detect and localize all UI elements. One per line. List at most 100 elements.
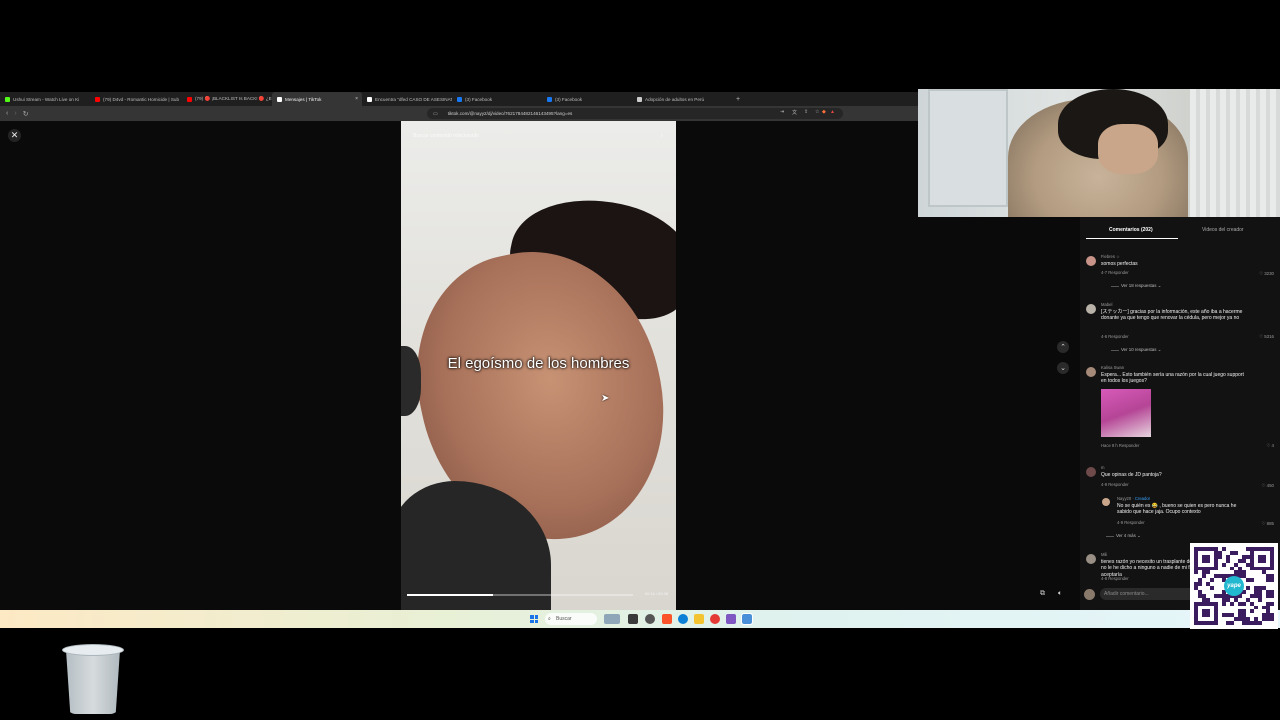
share-icon[interactable]: ⇪ bbox=[804, 109, 808, 115]
app-icon-red[interactable] bbox=[710, 614, 720, 624]
like-count: 4 bbox=[1271, 443, 1274, 448]
webcam-background-curtain bbox=[1190, 89, 1280, 217]
browser-tab[interactable]: (3) Facebook bbox=[452, 92, 542, 106]
creator-badge: · Creador bbox=[1132, 496, 1151, 501]
webcam-background-door bbox=[928, 89, 1008, 207]
browser-tab[interactable]: (79) D4vd - Romantic Homicide | Sub bbox=[90, 92, 182, 106]
comment-like-count[interactable]: ♡ 3230 bbox=[1259, 271, 1274, 277]
widgets-icon[interactable] bbox=[604, 614, 620, 624]
comment-text: [ステッカー] gracias por la información, este… bbox=[1101, 309, 1243, 322]
volume-icon[interactable]: 🔈︎ bbox=[1058, 590, 1062, 598]
reply-username: Nayy20 bbox=[1117, 496, 1132, 501]
tab-favicon-icon bbox=[95, 96, 100, 102]
comment-username[interactable]: Fiebres ☆ bbox=[1101, 254, 1120, 259]
app-icon-purple[interactable] bbox=[726, 614, 736, 624]
tab-favicon-icon bbox=[277, 96, 282, 102]
site-info-icon[interactable]: ▭ bbox=[433, 111, 438, 117]
tab-comments[interactable]: Comentarios (202) bbox=[1109, 227, 1153, 233]
avatar[interactable] bbox=[1086, 367, 1096, 377]
cast-icon[interactable]: ⇥ bbox=[780, 109, 784, 115]
browser-tab[interactable]: (79) 🔴 ¡BLACKLIST Is BACK! 🔴 ¿En bbox=[182, 92, 272, 106]
avatar[interactable] bbox=[1086, 554, 1096, 564]
chevron-up-icon[interactable]: ⌃ bbox=[1057, 341, 1069, 353]
file-explorer-icon[interactable] bbox=[694, 614, 704, 624]
avatar[interactable] bbox=[1086, 304, 1096, 314]
tab-favicon-icon bbox=[187, 96, 192, 102]
qr-module bbox=[1270, 621, 1274, 625]
browser-tab[interactable]: (3) Facebook bbox=[542, 92, 632, 106]
comment-meta[interactable]: 4-7 Responder bbox=[1101, 270, 1129, 275]
video-progress-fill bbox=[407, 594, 493, 596]
comment-like-count[interactable]: ♡ 450 bbox=[1262, 483, 1274, 489]
tab-favicon-icon bbox=[5, 96, 10, 102]
avatar[interactable] bbox=[1102, 498, 1110, 506]
edge-icon[interactable] bbox=[678, 614, 688, 624]
windows-taskbar: ⌕ Buscar bbox=[0, 610, 1280, 628]
comment-text: somos perfectas bbox=[1101, 261, 1138, 267]
video-caption: El egoísmo de los hombres bbox=[447, 355, 630, 372]
comment-like-count[interactable]: ♡ 5316 bbox=[1259, 334, 1274, 340]
comment-username[interactable]: m bbox=[1101, 465, 1105, 470]
brave-browser-icon[interactable] bbox=[662, 614, 672, 624]
comment-username[interactable]: Nayy20 · Creador bbox=[1117, 496, 1150, 501]
comment-meta[interactable]: 4-9 Responder bbox=[1101, 482, 1129, 487]
browser-tab[interactable]: Encuentra "dfed CASO DE ASESINAT bbox=[362, 92, 452, 106]
browser-tab[interactable]: Adopción de adultos en Perú bbox=[632, 92, 722, 106]
task-view-icon[interactable] bbox=[628, 614, 638, 624]
search-icon[interactable]: ⌕ bbox=[660, 129, 663, 143]
close-icon[interactable]: ✕ bbox=[8, 129, 21, 142]
new-tab-button[interactable]: + bbox=[736, 96, 740, 103]
avatar[interactable] bbox=[1086, 467, 1096, 477]
search-icon: ⌕ bbox=[548, 616, 551, 622]
yape-qr-code: yape bbox=[1190, 543, 1278, 629]
app-icon-active[interactable] bbox=[741, 613, 753, 625]
picture-in-picture-icon[interactable]: ⧉ bbox=[1040, 590, 1045, 598]
windows-start-icon[interactable] bbox=[530, 615, 538, 623]
video-time: 00:14 / 00:38 bbox=[644, 591, 668, 596]
view-replies-button[interactable]: Ver 18 respuestas ⌄ bbox=[1110, 283, 1161, 289]
chevron-down-icon[interactable]: ⌄ bbox=[1057, 362, 1069, 374]
translate-icon[interactable]: 文 bbox=[792, 109, 797, 116]
taskbar-search-input[interactable]: ⌕ Buscar bbox=[545, 613, 597, 625]
star-icon[interactable]: ☆ bbox=[815, 109, 819, 115]
like-count: 5316 bbox=[1264, 334, 1274, 339]
comment-meta[interactable]: Hace 8 h Responder bbox=[1101, 443, 1139, 448]
browser-tab[interactable]: Ushui Stream - Watch Live on Ki bbox=[0, 92, 90, 106]
extension-icon[interactable]: ◆ bbox=[822, 109, 826, 115]
video-progress-bar[interactable] bbox=[407, 594, 633, 596]
comment-input[interactable]: Añadir comentario... bbox=[1100, 588, 1195, 600]
comment-like-count[interactable]: ♡ 4 bbox=[1266, 443, 1274, 449]
comment-username[interactable]: Mili bbox=[1101, 552, 1107, 557]
extension-red-icon[interactable]: ▲ bbox=[830, 109, 835, 115]
tab-title: Mensajes | TikTok bbox=[285, 96, 322, 102]
comment-meta[interactable]: 4-6 Responder bbox=[1101, 334, 1129, 339]
yape-logo: yape bbox=[1224, 576, 1244, 596]
reload-icon[interactable]: ↻ bbox=[23, 110, 29, 118]
avatar[interactable] bbox=[1086, 256, 1096, 266]
comment-username[interactable]: Kalisa Swan bbox=[1101, 365, 1124, 370]
browser-tab[interactable]: Mensajes | TikTok × bbox=[272, 92, 362, 106]
view-more-replies-button[interactable]: Ver 4 más ⌄ bbox=[1106, 533, 1141, 539]
recycle-bin-rim bbox=[62, 644, 124, 656]
obs-icon[interactable] bbox=[645, 614, 655, 624]
browser-toolbar: ‹ › ↻ ▭ tiktok.com/@nayy2/dj/video/76217… bbox=[0, 106, 918, 121]
recycle-bin-icon[interactable] bbox=[62, 644, 124, 716]
comment-sticker-image[interactable] bbox=[1101, 389, 1151, 437]
recycle-bin-body bbox=[66, 650, 120, 714]
comment-meta[interactable]: 4-8 Responder bbox=[1101, 576, 1129, 581]
like-count: 450 bbox=[1266, 483, 1274, 488]
back-icon[interactable]: ‹ bbox=[6, 110, 8, 117]
tab-creator-videos[interactable]: Videos del creador bbox=[1202, 227, 1244, 233]
forward-icon[interactable]: › bbox=[14, 110, 16, 117]
comment-text: Espera... Esto también sería una razón p… bbox=[1101, 372, 1244, 385]
comment-username[interactable]: Mabel bbox=[1101, 302, 1112, 307]
comment-like-count[interactable]: ♡ 885 bbox=[1262, 521, 1274, 527]
comment-text: No se quién es 😂 , bueno se quien es per… bbox=[1117, 503, 1237, 516]
url-text: tiktok.com/@nayy2/dj/video/7621784482146… bbox=[447, 111, 573, 116]
tab-title: (79) D4vd - Romantic Homicide | Sub bbox=[103, 96, 179, 102]
view-replies-button[interactable]: Ver 10 respuestas ⌄ bbox=[1110, 347, 1161, 353]
video-player[interactable]: Buscar contenido relacionado ⌕ El egoísm… bbox=[401, 121, 676, 610]
close-tab-icon[interactable]: × bbox=[355, 96, 358, 102]
related-search-input[interactable]: Buscar contenido relacionado ⌕ bbox=[407, 129, 669, 143]
comment-meta[interactable]: 4-9 Responder bbox=[1117, 520, 1145, 525]
